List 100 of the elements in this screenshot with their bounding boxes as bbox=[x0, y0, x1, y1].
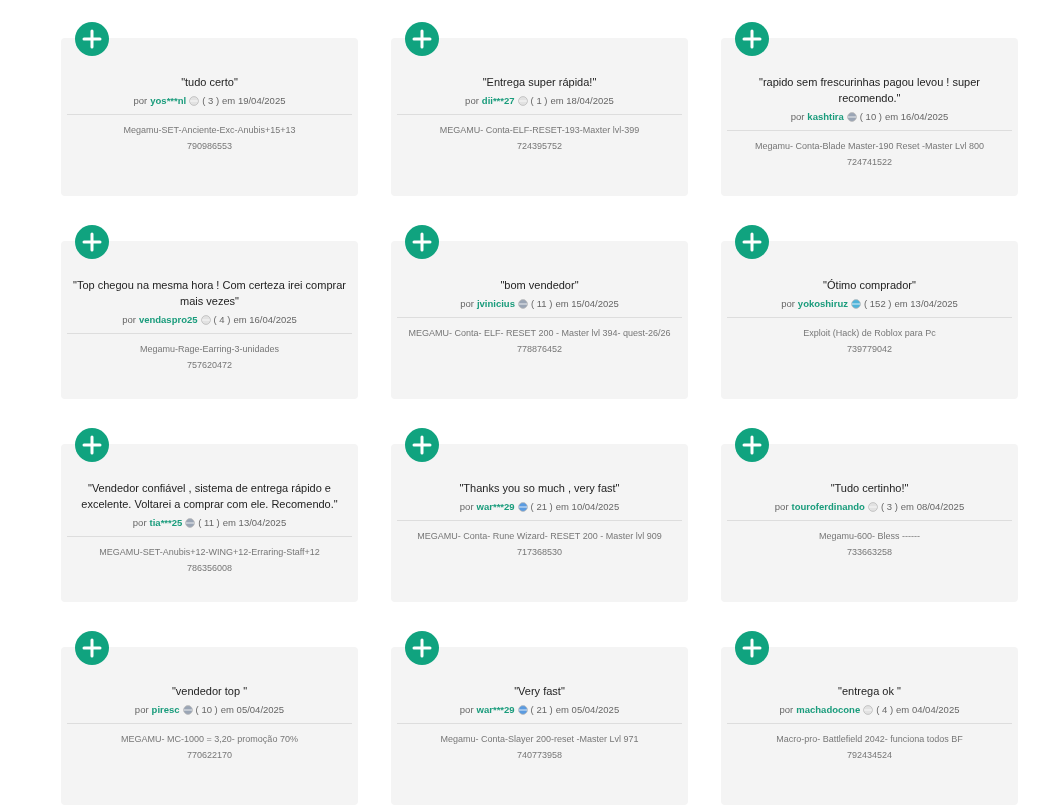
username-link[interactable]: piresc bbox=[151, 704, 180, 715]
review-quote: "tudo certo" bbox=[180, 75, 239, 90]
review-quote: "Thanks you so much , very fast" bbox=[458, 481, 621, 496]
add-icon[interactable] bbox=[405, 225, 439, 259]
add-icon[interactable] bbox=[735, 428, 769, 462]
by-label: por bbox=[460, 298, 474, 309]
product-name: MEGAMU- Conta- ELF- RESET 200 - Master lvl 394- quest-26/26 bbox=[408, 327, 671, 340]
username-link[interactable]: yokoshiruz bbox=[797, 298, 848, 309]
review-date: em 05/04/2025 bbox=[220, 704, 285, 715]
score-count: ( 3 ) bbox=[202, 95, 220, 106]
review-quote: "Vendedor confiável , sistema de entrega rápido e excelente. Voltarei a comprar com ele. Recomendo." bbox=[80, 481, 339, 512]
add-icon[interactable] bbox=[735, 631, 769, 665]
medal-icon bbox=[867, 501, 878, 512]
order-number: 724395752 bbox=[516, 140, 563, 153]
product-name: MEGAMU- Conta-ELF-RESET-193-Maxter lvl-399 bbox=[439, 124, 640, 137]
review-date: em 13/04/2025 bbox=[222, 517, 287, 528]
by-label: por bbox=[465, 95, 479, 106]
review-quote: "Ótimo comprador" bbox=[822, 278, 917, 293]
product-name: MEGAMU- Conta- Rune Wizard- RESET 200 - Master lvl 909 bbox=[417, 530, 662, 543]
product-name: Macro-pro- Battlefield 2042- funciona todos BF bbox=[776, 733, 963, 746]
add-icon[interactable] bbox=[405, 428, 439, 462]
review-quote: "vendedor top " bbox=[170, 684, 249, 699]
order-number: 786356008 bbox=[186, 562, 233, 575]
score-count: ( 3 ) bbox=[880, 501, 898, 512]
product-name: Megamu-600- Bless ------ bbox=[819, 530, 920, 543]
review-date: em 05/04/2025 bbox=[555, 704, 620, 715]
username-link[interactable]: jvinicius bbox=[476, 298, 515, 309]
username-link[interactable]: war***29 bbox=[476, 501, 515, 512]
by-label: por bbox=[781, 298, 795, 309]
order-number: 739779042 bbox=[846, 343, 893, 356]
username-link[interactable]: tia***25 bbox=[149, 517, 183, 528]
score-count: ( 4 ) bbox=[213, 314, 231, 325]
medal-icon bbox=[846, 111, 857, 122]
by-label: por bbox=[790, 111, 805, 122]
review-date: em 08/04/2025 bbox=[900, 501, 965, 512]
product-name: Exploit (Hack) de Roblox para Pc bbox=[803, 327, 936, 340]
username-link[interactable]: war***29 bbox=[476, 704, 515, 715]
medal-icon bbox=[185, 517, 196, 528]
review-quote: "entrega ok " bbox=[837, 684, 902, 699]
score-count: ( 21 ) bbox=[530, 704, 553, 715]
add-icon[interactable] bbox=[405, 22, 439, 56]
medal-icon bbox=[517, 501, 528, 512]
add-icon[interactable] bbox=[405, 631, 439, 665]
username-link[interactable]: machadocone bbox=[796, 704, 861, 715]
product-name: MEGAMU- MC-1000 = 3,20- promoção 70% bbox=[121, 733, 298, 746]
add-icon[interactable] bbox=[75, 22, 109, 56]
by-label: por bbox=[122, 314, 136, 325]
review-date: em 19/04/2025 bbox=[222, 95, 286, 106]
order-number: 792434524 bbox=[846, 749, 893, 762]
product-name: Megamu- Conta-Slayer 200-reset -Master Lvl 971 bbox=[440, 733, 639, 746]
by-label: por bbox=[459, 501, 474, 512]
product-name: Megamu-Rage-Earring-3-unidades bbox=[139, 343, 280, 356]
add-icon[interactable] bbox=[75, 631, 109, 665]
username-link[interactable]: vendaspro25 bbox=[138, 314, 198, 325]
order-number: 740773958 bbox=[516, 749, 563, 762]
order-number: 778876452 bbox=[516, 343, 563, 356]
by-label: por bbox=[459, 704, 474, 715]
order-number: 790986553 bbox=[186, 140, 233, 153]
username-link[interactable]: yos***nl bbox=[150, 95, 187, 106]
by-label: por bbox=[779, 704, 794, 715]
medal-icon bbox=[851, 298, 861, 309]
add-icon[interactable] bbox=[735, 22, 769, 56]
by-label: por bbox=[774, 501, 789, 512]
add-icon[interactable] bbox=[735, 225, 769, 259]
username-link[interactable]: touroferdinando bbox=[791, 501, 865, 512]
review-date: em 15/04/2025 bbox=[555, 298, 619, 309]
review-date: em 13/04/2025 bbox=[894, 298, 958, 309]
order-number: 717368530 bbox=[516, 546, 563, 559]
product-name: Megamu-SET-Anciente-Exc-Anubis+15+13 bbox=[123, 124, 296, 137]
score-count: ( 11 ) bbox=[198, 517, 220, 528]
by-label: por bbox=[133, 95, 148, 106]
review-date: em 16/04/2025 bbox=[885, 111, 949, 122]
add-icon[interactable] bbox=[75, 428, 109, 462]
medal-icon bbox=[189, 95, 200, 106]
score-count: ( 10 ) bbox=[859, 111, 882, 122]
review-date: em 10/04/2025 bbox=[555, 501, 620, 512]
review-date: em 04/04/2025 bbox=[896, 704, 960, 715]
product-name: Megamu- Conta-Blade Master-190 Reset -Master Lvl 800 bbox=[754, 140, 985, 153]
score-count: ( 21 ) bbox=[530, 501, 553, 512]
username-link[interactable]: kashtira bbox=[807, 111, 844, 122]
score-count: ( 4 ) bbox=[876, 704, 894, 715]
order-number: 733663258 bbox=[846, 546, 893, 559]
medal-icon bbox=[200, 314, 211, 325]
review-date: em 16/04/2025 bbox=[233, 314, 297, 325]
medal-icon bbox=[182, 704, 193, 715]
username-link[interactable]: dii***27 bbox=[481, 95, 515, 106]
medal-icon bbox=[517, 704, 528, 715]
by-label: por bbox=[132, 517, 147, 528]
medal-icon bbox=[517, 95, 528, 106]
review-quote: "Very fast" bbox=[513, 684, 566, 699]
review-date: em 18/04/2025 bbox=[550, 95, 614, 106]
score-count: ( 11 ) bbox=[530, 298, 553, 309]
review-quote: "bom vendedor" bbox=[499, 278, 580, 293]
add-icon[interactable] bbox=[75, 225, 109, 259]
score-count: ( 10 ) bbox=[195, 704, 218, 715]
review-quote: "Top chegou na mesma hora ! Com certeza irei comprar mais vezes" bbox=[72, 278, 347, 309]
order-number: 724741522 bbox=[846, 156, 893, 169]
order-number: 770622170 bbox=[186, 749, 233, 762]
order-number: 757620472 bbox=[186, 359, 233, 372]
review-quote: "rapido sem frescurinhas pagou levou ! super recomendo." bbox=[758, 75, 981, 106]
